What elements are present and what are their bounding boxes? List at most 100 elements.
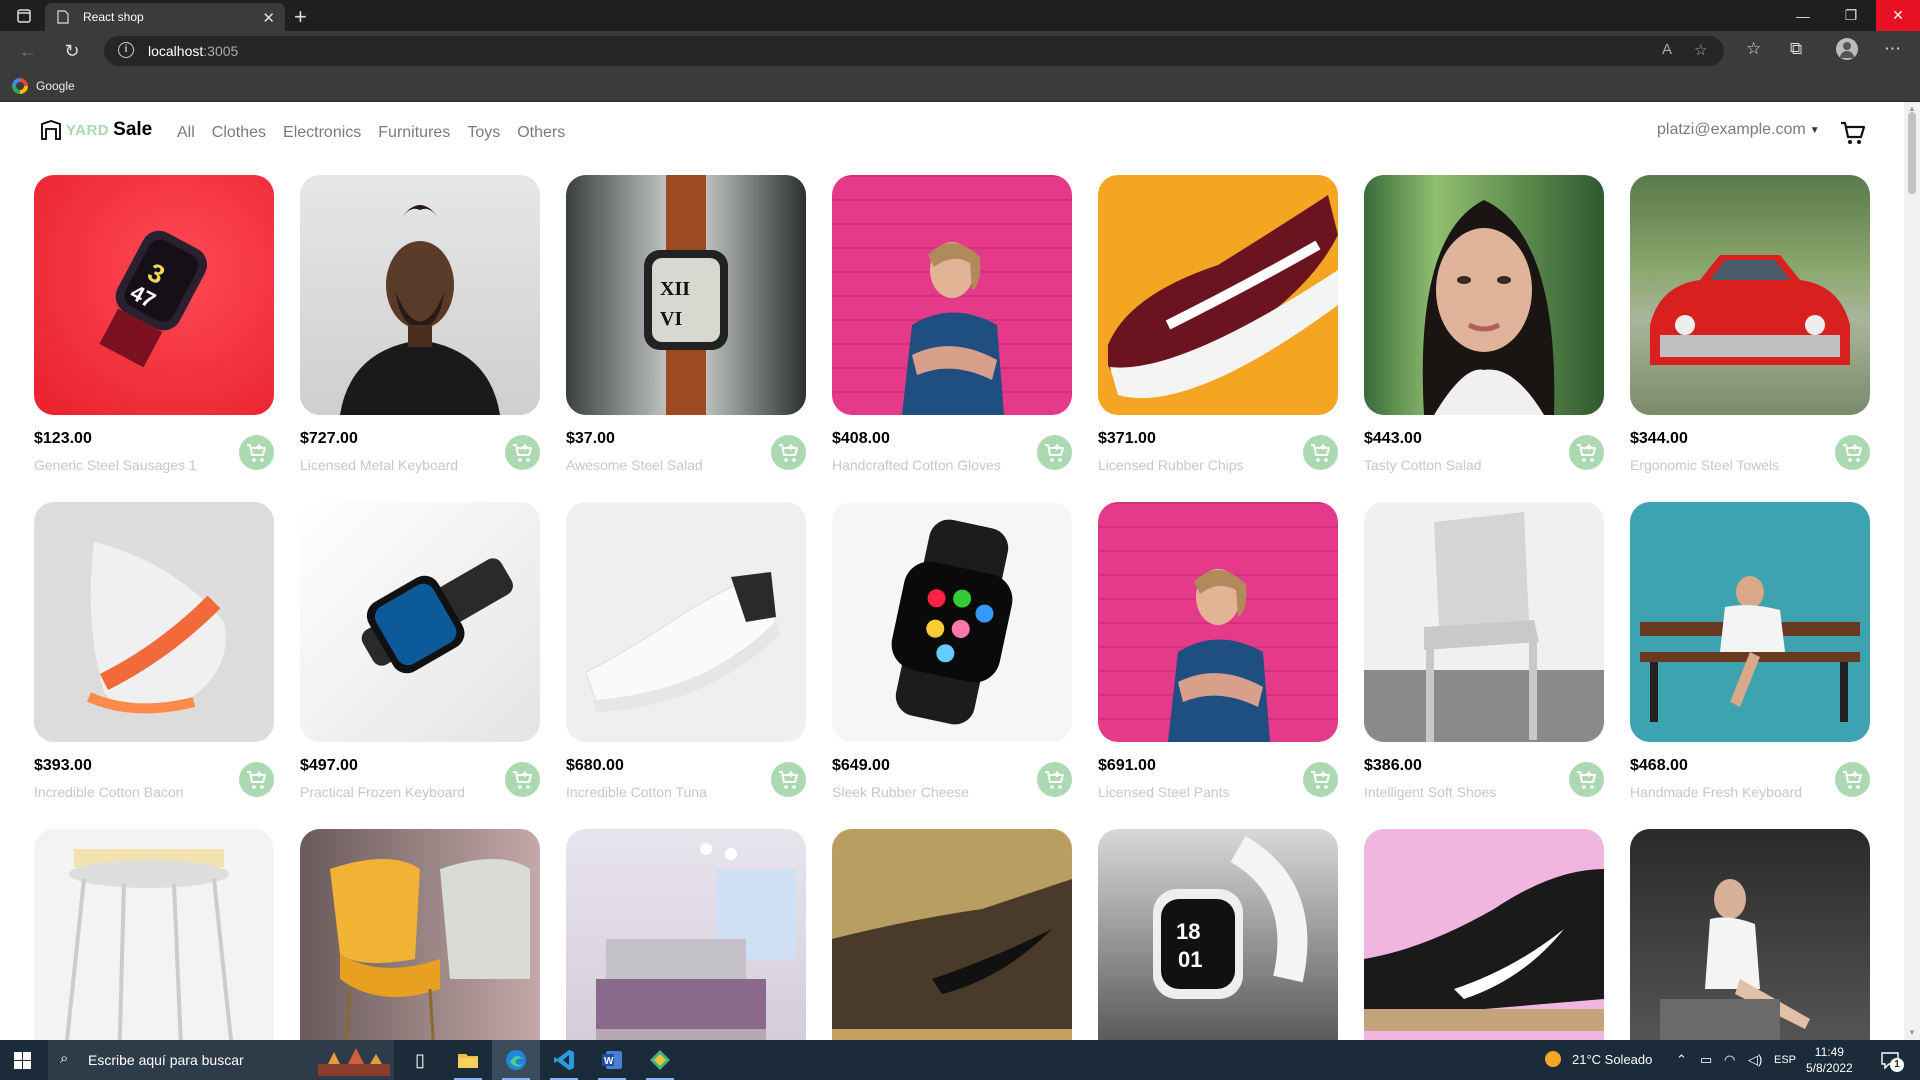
white-sneaker-image[interactable] [566, 502, 806, 742]
meet-now-icon[interactable]: ▭ [1700, 1052, 1712, 1068]
orange-strap-watch-image[interactable]: XII VI [566, 175, 806, 415]
nav-furnitures[interactable]: Furnitures [378, 124, 450, 142]
site-info-icon[interactable]: i [118, 42, 134, 58]
woman-pink-wall-image[interactable] [832, 175, 1072, 415]
product-card[interactable] [300, 829, 540, 1040]
woman-portrait-image[interactable] [1364, 175, 1604, 415]
logo[interactable]: YARD Sale [40, 119, 152, 141]
more-menu-icon[interactable]: ⋯ [1884, 39, 1901, 59]
notifications-icon[interactable]: 1 [1880, 1050, 1904, 1075]
task-view-icon[interactable]: ▯ [396, 1040, 444, 1080]
product-card[interactable]: 18 01 [1098, 829, 1338, 1040]
weather-text[interactable]: 21°C Soleado [1572, 1052, 1652, 1067]
product-card[interactable]: $344.00 Ergonomic Steel Towels [1630, 175, 1870, 476]
minimize-button[interactable]: — [1783, 0, 1823, 31]
red-car-image[interactable] [1630, 175, 1870, 415]
word-icon[interactable]: W [588, 1040, 636, 1080]
restore-button[interactable]: ❐ [1831, 0, 1871, 31]
nav-electronics[interactable]: Electronics [283, 124, 361, 142]
bookmark-google[interactable]: Google [12, 78, 75, 94]
weather-sun-icon[interactable] [1544, 1050, 1562, 1071]
add-to-cart-icon[interactable] [1303, 762, 1338, 797]
product-card[interactable]: XII VI $37.00 Awesome Steel Salad [566, 175, 806, 476]
nav-toys[interactable]: Toys [467, 124, 500, 142]
woman-sitting-image[interactable] [1630, 829, 1870, 1040]
product-card[interactable] [34, 829, 274, 1040]
product-card[interactable]: $649.00 Sleek Rubber Cheese [832, 502, 1072, 803]
collections-icon[interactable]: ⧉ [1790, 39, 1802, 59]
orange-running-shoe-image[interactable] [34, 502, 274, 742]
product-card[interactable] [832, 829, 1072, 1040]
account-menu[interactable]: platzi@example.com ▼ [1657, 121, 1820, 139]
read-aloud-icon[interactable]: A [1662, 41, 1672, 58]
new-tab-button[interactable]: + [294, 4, 307, 30]
add-to-cart-icon[interactable] [1569, 435, 1604, 470]
reload-icon[interactable]: ↻ [60, 39, 84, 63]
product-card[interactable]: $408.00 Handcrafted Cotton Gloves [832, 175, 1072, 476]
bedroom-image[interactable] [566, 829, 806, 1040]
tab-actions-icon[interactable] [4, 0, 44, 31]
add-to-cart-icon[interactable] [1569, 762, 1604, 797]
taskbar-clock[interactable]: 11:49 5/8/2022 [1806, 1044, 1853, 1076]
black-nike-shoe-image[interactable] [1364, 829, 1604, 1040]
maroon-sneaker-image[interactable] [1098, 175, 1338, 415]
product-card[interactable]: $443.00 Tasty Cotton Salad [1364, 175, 1604, 476]
product-card[interactable]: $468.00 Handmade Fresh Keyboard [1630, 502, 1870, 803]
close-tab-icon[interactable]: ✕ [262, 9, 275, 27]
volume-icon[interactable]: ◁) [1748, 1052, 1762, 1068]
product-card[interactable]: $727.00 Licensed Metal Keyboard [300, 175, 540, 476]
windows-start-icon[interactable] [14, 1052, 31, 1069]
add-to-cart-icon[interactable] [505, 762, 540, 797]
file-explorer-icon[interactable] [444, 1040, 492, 1080]
favorites-icon[interactable]: ☆ [1746, 39, 1761, 59]
product-card[interactable] [566, 829, 806, 1040]
white-stool-image[interactable] [34, 829, 274, 1040]
apple-watch-image[interactable] [832, 502, 1072, 742]
brown-sneaker-image[interactable] [832, 829, 1072, 1040]
white-watch-image[interactable]: 18 01 [1098, 829, 1338, 1040]
add-to-cart-icon[interactable] [239, 762, 274, 797]
chevron-up-icon[interactable]: ⌃ [1676, 1052, 1687, 1068]
scroll-down-icon[interactable]: ▼ [1908, 1028, 1916, 1037]
vscode-icon[interactable] [540, 1040, 588, 1080]
wifi-icon[interactable]: ◠ [1724, 1052, 1735, 1068]
browser-tab[interactable]: React shop ✕ [45, 3, 285, 31]
add-to-cart-icon[interactable] [1037, 762, 1072, 797]
product-card[interactable]: $393.00 Incredible Cotton Bacon [34, 502, 274, 803]
product-card[interactable] [1364, 829, 1604, 1040]
product-card[interactable]: 3 47 $123.00 Generic Steel Sausages 1 [34, 175, 274, 476]
git-client-icon[interactable] [636, 1040, 684, 1080]
red-smartwatch-image[interactable]: 3 47 [34, 175, 274, 415]
product-card[interactable]: $680.00 Incredible Cotton Tuna [566, 502, 806, 803]
taskbar-search[interactable]: ⌕ Escribe aquí para buscar [48, 1040, 394, 1080]
scrollbar-thumb[interactable] [1908, 112, 1916, 194]
edge-browser-icon[interactable] [492, 1040, 540, 1080]
product-card[interactable]: $386.00 Intelligent Soft Shoes [1364, 502, 1604, 803]
nav-others[interactable]: Others [517, 124, 565, 142]
page-scrollbar[interactable]: ▲ ▼ [1904, 102, 1920, 1040]
white-chair-image[interactable] [1364, 502, 1604, 742]
yellow-chairs-image[interactable] [300, 829, 540, 1040]
shopping-cart-icon[interactable] [1840, 121, 1866, 145]
add-to-cart-icon[interactable] [239, 435, 274, 470]
back-icon[interactable]: ← [16, 39, 40, 63]
product-card[interactable]: $497.00 Practical Frozen Keyboard [300, 502, 540, 803]
add-to-cart-icon[interactable] [771, 435, 806, 470]
add-favorite-icon[interactable]: ☆ [1694, 41, 1707, 59]
url-field[interactable]: i localhost:3005 A ☆ [104, 36, 1724, 66]
add-to-cart-icon[interactable] [1835, 435, 1870, 470]
nav-clothes[interactable]: Clothes [212, 124, 266, 142]
nav-all[interactable]: All [177, 124, 195, 142]
man-portrait-image[interactable] [300, 175, 540, 415]
product-card[interactable]: $691.00 Licensed Steel Pants [1098, 502, 1338, 803]
woman-pink-wall-image[interactable] [1098, 502, 1338, 742]
add-to-cart-icon[interactable] [1835, 762, 1870, 797]
profile-avatar[interactable] [1836, 38, 1858, 60]
woman-bench-image[interactable] [1630, 502, 1870, 742]
add-to-cart-icon[interactable] [1303, 435, 1338, 470]
product-card[interactable]: $371.00 Licensed Rubber Chips [1098, 175, 1338, 476]
add-to-cart-icon[interactable] [505, 435, 540, 470]
close-window-button[interactable]: ✕ [1876, 0, 1920, 31]
black-smartwatch-image[interactable] [300, 502, 540, 742]
add-to-cart-icon[interactable] [1037, 435, 1072, 470]
